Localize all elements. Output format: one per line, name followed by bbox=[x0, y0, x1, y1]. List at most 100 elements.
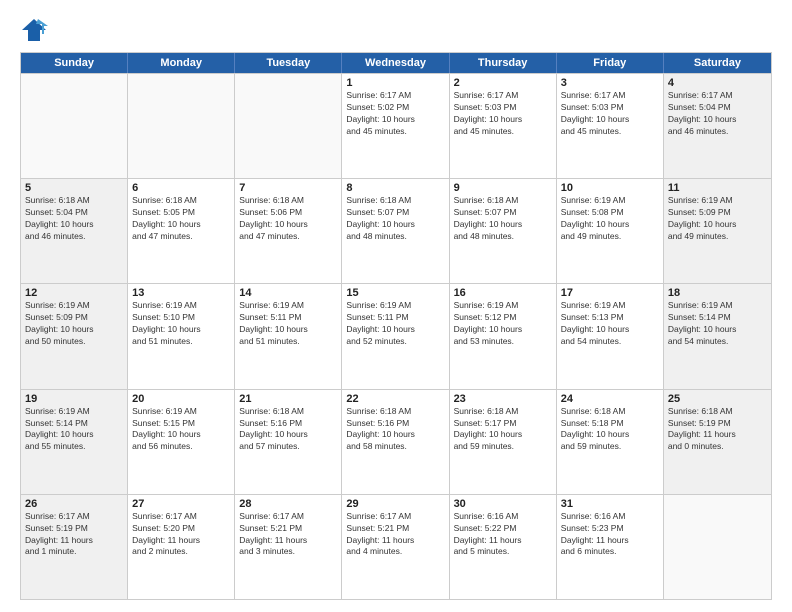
calendar-cell: 6Sunrise: 6:18 AM Sunset: 5:05 PM Daylig… bbox=[128, 179, 235, 283]
calendar-cell: 18Sunrise: 6:19 AM Sunset: 5:14 PM Dayli… bbox=[664, 284, 771, 388]
day-number: 30 bbox=[454, 498, 552, 510]
day-info: Sunrise: 6:17 AM Sunset: 5:03 PM Dayligh… bbox=[454, 90, 552, 138]
calendar-cell: 17Sunrise: 6:19 AM Sunset: 5:13 PM Dayli… bbox=[557, 284, 664, 388]
day-info: Sunrise: 6:16 AM Sunset: 5:23 PM Dayligh… bbox=[561, 511, 659, 559]
calendar-cell: 30Sunrise: 6:16 AM Sunset: 5:22 PM Dayli… bbox=[450, 495, 557, 599]
calendar-cell: 25Sunrise: 6:18 AM Sunset: 5:19 PM Dayli… bbox=[664, 390, 771, 494]
calendar-cell bbox=[664, 495, 771, 599]
day-info: Sunrise: 6:19 AM Sunset: 5:09 PM Dayligh… bbox=[668, 195, 767, 243]
calendar-cell: 7Sunrise: 6:18 AM Sunset: 5:06 PM Daylig… bbox=[235, 179, 342, 283]
day-info: Sunrise: 6:17 AM Sunset: 5:21 PM Dayligh… bbox=[239, 511, 337, 559]
day-number: 13 bbox=[132, 287, 230, 299]
day-number: 4 bbox=[668, 77, 767, 89]
day-number: 23 bbox=[454, 393, 552, 405]
calendar-cell: 10Sunrise: 6:19 AM Sunset: 5:08 PM Dayli… bbox=[557, 179, 664, 283]
calendar-cell bbox=[128, 74, 235, 178]
day-number: 29 bbox=[346, 498, 444, 510]
day-info: Sunrise: 6:19 AM Sunset: 5:12 PM Dayligh… bbox=[454, 300, 552, 348]
weekday-header-wednesday: Wednesday bbox=[342, 53, 449, 73]
calendar-cell: 20Sunrise: 6:19 AM Sunset: 5:15 PM Dayli… bbox=[128, 390, 235, 494]
calendar-cell: 8Sunrise: 6:18 AM Sunset: 5:07 PM Daylig… bbox=[342, 179, 449, 283]
day-info: Sunrise: 6:16 AM Sunset: 5:22 PM Dayligh… bbox=[454, 511, 552, 559]
page: SundayMondayTuesdayWednesdayThursdayFrid… bbox=[0, 0, 792, 612]
day-number: 19 bbox=[25, 393, 123, 405]
day-info: Sunrise: 6:18 AM Sunset: 5:07 PM Dayligh… bbox=[346, 195, 444, 243]
day-number: 2 bbox=[454, 77, 552, 89]
weekday-header-thursday: Thursday bbox=[450, 53, 557, 73]
calendar-cell: 23Sunrise: 6:18 AM Sunset: 5:17 PM Dayli… bbox=[450, 390, 557, 494]
day-info: Sunrise: 6:18 AM Sunset: 5:07 PM Dayligh… bbox=[454, 195, 552, 243]
day-number: 27 bbox=[132, 498, 230, 510]
calendar-cell: 9Sunrise: 6:18 AM Sunset: 5:07 PM Daylig… bbox=[450, 179, 557, 283]
calendar-cell: 2Sunrise: 6:17 AM Sunset: 5:03 PM Daylig… bbox=[450, 74, 557, 178]
calendar-cell: 14Sunrise: 6:19 AM Sunset: 5:11 PM Dayli… bbox=[235, 284, 342, 388]
day-info: Sunrise: 6:17 AM Sunset: 5:04 PM Dayligh… bbox=[668, 90, 767, 138]
day-info: Sunrise: 6:18 AM Sunset: 5:04 PM Dayligh… bbox=[25, 195, 123, 243]
day-info: Sunrise: 6:19 AM Sunset: 5:10 PM Dayligh… bbox=[132, 300, 230, 348]
calendar-cell bbox=[235, 74, 342, 178]
day-number: 28 bbox=[239, 498, 337, 510]
calendar-cell: 28Sunrise: 6:17 AM Sunset: 5:21 PM Dayli… bbox=[235, 495, 342, 599]
calendar-row-1: 1Sunrise: 6:17 AM Sunset: 5:02 PM Daylig… bbox=[21, 73, 771, 178]
calendar-row-5: 26Sunrise: 6:17 AM Sunset: 5:19 PM Dayli… bbox=[21, 494, 771, 599]
day-number: 17 bbox=[561, 287, 659, 299]
weekday-header-monday: Monday bbox=[128, 53, 235, 73]
calendar-cell: 11Sunrise: 6:19 AM Sunset: 5:09 PM Dayli… bbox=[664, 179, 771, 283]
day-number: 21 bbox=[239, 393, 337, 405]
calendar-cell: 29Sunrise: 6:17 AM Sunset: 5:21 PM Dayli… bbox=[342, 495, 449, 599]
day-number: 9 bbox=[454, 182, 552, 194]
day-info: Sunrise: 6:18 AM Sunset: 5:18 PM Dayligh… bbox=[561, 406, 659, 454]
calendar-cell: 13Sunrise: 6:19 AM Sunset: 5:10 PM Dayli… bbox=[128, 284, 235, 388]
calendar-cell: 4Sunrise: 6:17 AM Sunset: 5:04 PM Daylig… bbox=[664, 74, 771, 178]
day-number: 16 bbox=[454, 287, 552, 299]
calendar-row-4: 19Sunrise: 6:19 AM Sunset: 5:14 PM Dayli… bbox=[21, 389, 771, 494]
logo bbox=[20, 16, 52, 44]
day-number: 3 bbox=[561, 77, 659, 89]
day-info: Sunrise: 6:17 AM Sunset: 5:19 PM Dayligh… bbox=[25, 511, 123, 559]
day-number: 14 bbox=[239, 287, 337, 299]
calendar-header: SundayMondayTuesdayWednesdayThursdayFrid… bbox=[21, 53, 771, 73]
calendar-cell: 19Sunrise: 6:19 AM Sunset: 5:14 PM Dayli… bbox=[21, 390, 128, 494]
day-info: Sunrise: 6:17 AM Sunset: 5:03 PM Dayligh… bbox=[561, 90, 659, 138]
day-number: 12 bbox=[25, 287, 123, 299]
day-info: Sunrise: 6:17 AM Sunset: 5:02 PM Dayligh… bbox=[346, 90, 444, 138]
day-info: Sunrise: 6:17 AM Sunset: 5:20 PM Dayligh… bbox=[132, 511, 230, 559]
day-info: Sunrise: 6:19 AM Sunset: 5:11 PM Dayligh… bbox=[239, 300, 337, 348]
calendar-row-3: 12Sunrise: 6:19 AM Sunset: 5:09 PM Dayli… bbox=[21, 283, 771, 388]
day-info: Sunrise: 6:18 AM Sunset: 5:05 PM Dayligh… bbox=[132, 195, 230, 243]
day-number: 6 bbox=[132, 182, 230, 194]
day-number: 10 bbox=[561, 182, 659, 194]
calendar-cell: 27Sunrise: 6:17 AM Sunset: 5:20 PM Dayli… bbox=[128, 495, 235, 599]
calendar: SundayMondayTuesdayWednesdayThursdayFrid… bbox=[20, 52, 772, 600]
calendar-cell: 15Sunrise: 6:19 AM Sunset: 5:11 PM Dayli… bbox=[342, 284, 449, 388]
weekday-header-saturday: Saturday bbox=[664, 53, 771, 73]
calendar-cell: 3Sunrise: 6:17 AM Sunset: 5:03 PM Daylig… bbox=[557, 74, 664, 178]
day-info: Sunrise: 6:18 AM Sunset: 5:17 PM Dayligh… bbox=[454, 406, 552, 454]
calendar-row-2: 5Sunrise: 6:18 AM Sunset: 5:04 PM Daylig… bbox=[21, 178, 771, 283]
calendar-cell: 31Sunrise: 6:16 AM Sunset: 5:23 PM Dayli… bbox=[557, 495, 664, 599]
day-info: Sunrise: 6:19 AM Sunset: 5:15 PM Dayligh… bbox=[132, 406, 230, 454]
day-info: Sunrise: 6:18 AM Sunset: 5:06 PM Dayligh… bbox=[239, 195, 337, 243]
day-info: Sunrise: 6:19 AM Sunset: 5:13 PM Dayligh… bbox=[561, 300, 659, 348]
day-number: 31 bbox=[561, 498, 659, 510]
day-info: Sunrise: 6:19 AM Sunset: 5:09 PM Dayligh… bbox=[25, 300, 123, 348]
day-number: 8 bbox=[346, 182, 444, 194]
calendar-cell: 12Sunrise: 6:19 AM Sunset: 5:09 PM Dayli… bbox=[21, 284, 128, 388]
day-number: 7 bbox=[239, 182, 337, 194]
calendar-cell bbox=[21, 74, 128, 178]
weekday-header-friday: Friday bbox=[557, 53, 664, 73]
day-info: Sunrise: 6:18 AM Sunset: 5:19 PM Dayligh… bbox=[668, 406, 767, 454]
day-info: Sunrise: 6:18 AM Sunset: 5:16 PM Dayligh… bbox=[346, 406, 444, 454]
day-number: 26 bbox=[25, 498, 123, 510]
day-number: 25 bbox=[668, 393, 767, 405]
header bbox=[20, 16, 772, 44]
day-info: Sunrise: 6:18 AM Sunset: 5:16 PM Dayligh… bbox=[239, 406, 337, 454]
calendar-cell: 24Sunrise: 6:18 AM Sunset: 5:18 PM Dayli… bbox=[557, 390, 664, 494]
calendar-cell: 26Sunrise: 6:17 AM Sunset: 5:19 PM Dayli… bbox=[21, 495, 128, 599]
day-info: Sunrise: 6:19 AM Sunset: 5:11 PM Dayligh… bbox=[346, 300, 444, 348]
day-info: Sunrise: 6:19 AM Sunset: 5:14 PM Dayligh… bbox=[668, 300, 767, 348]
calendar-cell: 21Sunrise: 6:18 AM Sunset: 5:16 PM Dayli… bbox=[235, 390, 342, 494]
day-number: 5 bbox=[25, 182, 123, 194]
weekday-header-tuesday: Tuesday bbox=[235, 53, 342, 73]
weekday-header-sunday: Sunday bbox=[21, 53, 128, 73]
